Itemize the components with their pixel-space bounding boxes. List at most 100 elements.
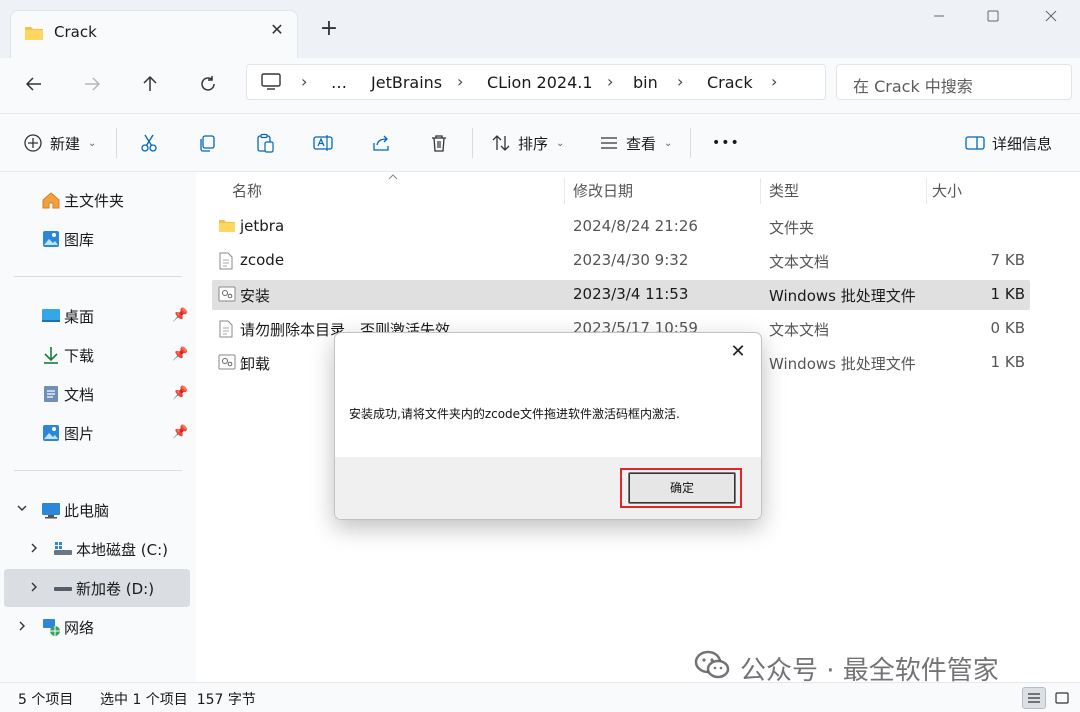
sidebar-item-this-pc[interactable]: 此电脑 (40, 492, 109, 528)
sidebar-item-home[interactable]: 主文件夹 (40, 182, 124, 218)
tab-crack[interactable]: Crack ✕ (10, 10, 298, 58)
batch-file-icon (218, 286, 236, 306)
command-bar: 新建 ⌄ 排序 ⌄ 查看 ⌄ ••• 详细信息 (0, 114, 1080, 172)
tab-close-icon[interactable]: ✕ (267, 20, 287, 40)
divider (116, 128, 117, 158)
column-header-name[interactable]: 名称 (232, 180, 262, 201)
sidebar-item-drive-d[interactable]: 新加卷 (D:) (52, 570, 154, 606)
sidebar-item-pictures[interactable]: 图片 (40, 415, 94, 451)
wechat-icon (694, 650, 730, 687)
column-header-modified[interactable]: 修改日期 (573, 180, 633, 201)
file-size: 7 KB (990, 251, 1025, 269)
new-tab-button[interactable]: + (318, 18, 340, 40)
text-file-icon (218, 320, 234, 342)
sidebar-item-drive-c[interactable]: 本地磁盘 (C:) (52, 531, 168, 567)
maximize-icon[interactable] (970, 6, 1016, 30)
sidebar-label-drive-c: 本地磁盘 (C:) (76, 540, 168, 559)
sort-button[interactable]: 排序 ⌄ (490, 128, 564, 158)
delete-button[interactable] (428, 128, 450, 158)
search-box[interactable]: 在 Crack 中搜索 (836, 64, 1072, 100)
sidebar-item-gallery[interactable]: 图库 (40, 221, 94, 257)
this-pc-icon[interactable] (261, 73, 281, 95)
home-icon (40, 189, 62, 211)
view-lines-icon (598, 132, 620, 154)
column-header-type[interactable]: 类型 (769, 180, 799, 201)
ok-button[interactable]: 确定 (628, 472, 736, 504)
back-arrow-icon[interactable] (18, 70, 50, 102)
list-item[interactable]: zcode 2023/4/30 9:32 文本文档 7 KB (212, 246, 1030, 276)
share-button[interactable] (370, 128, 392, 158)
file-size: 1 KB (990, 353, 1025, 371)
details-pane-button[interactable]: 详细信息 (964, 128, 1052, 158)
more-options-button[interactable]: ••• (712, 128, 740, 158)
clipboard-icon (254, 132, 276, 154)
sidebar-item-network[interactable]: 网络 (40, 609, 94, 645)
breadcrumb-jetbrains[interactable]: JetBrains (371, 73, 442, 92)
rename-button[interactable] (312, 128, 334, 158)
copy-button[interactable] (196, 128, 218, 158)
column-divider[interactable] (760, 178, 761, 204)
document-icon (40, 383, 62, 405)
new-button[interactable]: 新建 ⌄ (22, 128, 96, 158)
divider (14, 276, 182, 277)
file-size: 1 KB (990, 285, 1025, 303)
sort-icon (490, 132, 512, 154)
forward-arrow-icon[interactable] (76, 70, 108, 102)
sort-label: 排序 (518, 134, 549, 153)
sidebar-item-documents[interactable]: 文档 (40, 376, 94, 412)
up-arrow-icon[interactable] (134, 70, 166, 102)
desktop-icon (40, 305, 62, 327)
file-name: 安装 (240, 287, 271, 305)
column-divider[interactable] (926, 178, 927, 204)
minimize-icon[interactable] (916, 6, 962, 30)
list-item-selected[interactable]: 安装 2023/3/4 11:53 Windows 批处理文件 1 KB (212, 280, 1030, 310)
dialog-close-icon[interactable]: ✕ (727, 341, 749, 363)
file-modified: 2023/3/4 11:53 (573, 285, 689, 303)
pin-icon[interactable]: 📌 (172, 308, 188, 323)
view-label: 查看 (626, 134, 657, 153)
pin-icon[interactable]: 📌 (172, 347, 188, 362)
breadcrumb-bin[interactable]: bin (633, 73, 658, 92)
pin-icon[interactable]: 📌 (172, 425, 188, 440)
share-icon (370, 132, 392, 154)
text-file-icon (218, 252, 234, 274)
sidebar-label-home: 主文件夹 (64, 191, 125, 210)
file-modified: 2024/8/24 21:26 (573, 217, 698, 235)
list-item[interactable]: jetbra 2024/8/24 21:26 文件夹 (212, 212, 1030, 242)
chevron-right-icon[interactable]: › (607, 72, 613, 91)
chevron-right-icon[interactable]: › (677, 72, 683, 91)
chevron-right-icon[interactable]: › (301, 72, 307, 91)
chevron-down-icon: ⌄ (664, 137, 673, 149)
file-name: jetbra (240, 217, 285, 235)
chevron-right-icon[interactable]: › (771, 72, 777, 91)
gallery-icon (40, 228, 62, 250)
watermark-text: 公众号 · 最全软件管家 (740, 655, 999, 686)
cut-button[interactable] (138, 128, 160, 158)
breadcrumb-crack[interactable]: Crack (707, 73, 753, 92)
status-bar: 5 个项目 选中 1 个项目 157 字节 (0, 682, 1080, 712)
view-button[interactable]: 查看 ⌄ (598, 128, 672, 158)
chevron-down-icon[interactable] (16, 502, 28, 517)
computer-icon (40, 499, 62, 521)
paste-button[interactable] (254, 128, 276, 158)
details-view-icon[interactable] (1022, 687, 1046, 709)
large-icons-view-icon[interactable] (1050, 687, 1074, 709)
chevron-right-icon[interactable] (28, 581, 40, 596)
column-divider[interactable] (564, 178, 565, 204)
chevron-right-icon[interactable] (16, 620, 28, 635)
pin-icon[interactable]: 📌 (172, 386, 188, 401)
chevron-right-icon[interactable] (28, 542, 40, 557)
address-bar[interactable]: › … JetBrains › CLion 2024.1 › bin › Cra… (246, 64, 826, 100)
sidebar-item-downloads[interactable]: 下载 (40, 337, 94, 373)
sidebar-item-desktop[interactable]: 桌面 (40, 298, 94, 334)
breadcrumb-clion[interactable]: CLion 2024.1 (487, 73, 593, 92)
file-type: 文本文档 (769, 321, 830, 339)
column-header-size[interactable]: 大小 (932, 180, 962, 201)
chevron-right-icon[interactable]: › (457, 72, 463, 91)
refresh-icon[interactable] (192, 70, 224, 102)
file-type: Windows 批处理文件 (769, 287, 916, 305)
status-item-count: 5 个项目 (18, 692, 74, 708)
window-close-icon[interactable] (1028, 6, 1074, 30)
breadcrumb-overflow[interactable]: … (331, 73, 347, 92)
file-name: zcode (240, 251, 285, 269)
